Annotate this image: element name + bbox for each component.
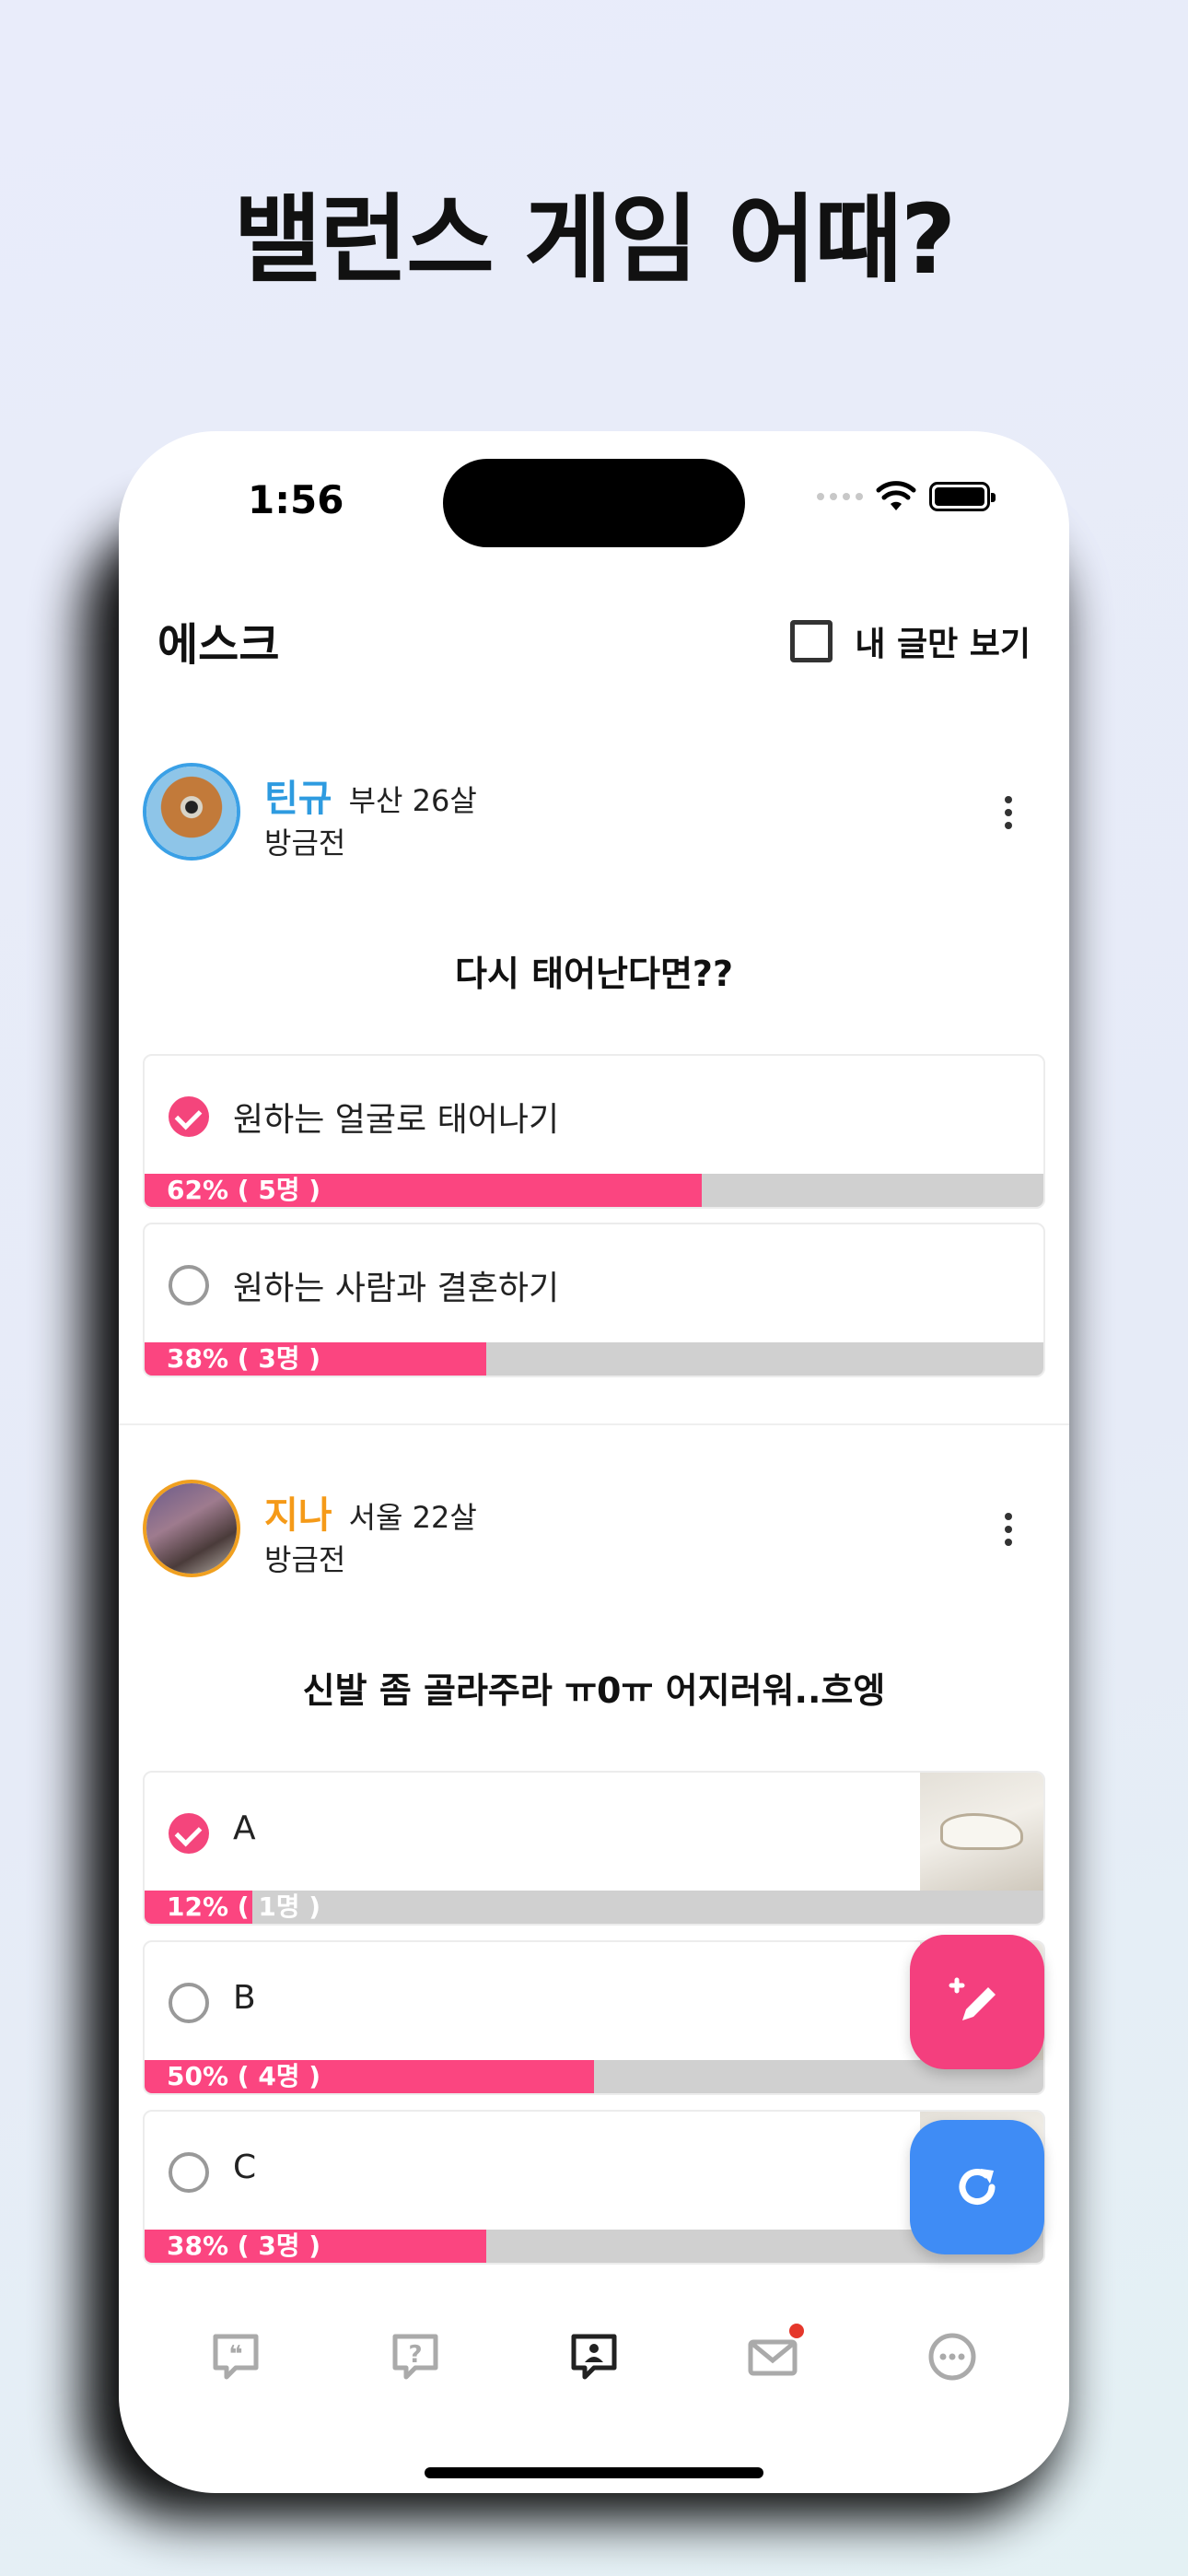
poll-option[interactable]: 원하는 사람과 결혼하기 38% ( 3명 ) — [143, 1223, 1045, 1377]
option-radio[interactable] — [169, 1983, 209, 2023]
quote-bubble-icon: ❝ — [213, 2334, 259, 2380]
result-percent: 50% ( 4명 ) — [167, 2061, 321, 2091]
post-header: 틴규 부산 26살 방금전 — [119, 763, 1069, 873]
author-info: 틴규 부산 26살 — [264, 768, 477, 822]
result-bar: 38% ( 3명 ) — [145, 2230, 1043, 2263]
ask-icon — [571, 2334, 617, 2380]
result-percent: 62% ( 5명 ) — [167, 1175, 321, 1205]
result-bar: 62% ( 5명 ) — [145, 1174, 1043, 1207]
tab-ask[interactable] — [557, 2320, 631, 2394]
result-bar: 50% ( 4명 ) — [145, 2060, 1043, 2093]
phone-screen: 1:56 에스크 내 글만 보기 틴규 부산 26살 방금전 다시 태어난다면?… — [119, 431, 1069, 2493]
more-icon — [928, 2333, 976, 2381]
post-question: 다시 태어난다면?? — [454, 954, 734, 994]
post-header: 지나 서울 22살 방금전 — [119, 1480, 1069, 1590]
option-radio-checked[interactable] — [169, 1096, 209, 1137]
poll-option[interactable]: 원하는 얼굴로 태어나기 62% ( 5명 ) — [143, 1054, 1045, 1209]
option-label: 원하는 사람과 결혼하기 — [233, 1270, 560, 1307]
app-title: 에스크 — [157, 619, 280, 671]
bottom-tab-bar: ❝ ? — [119, 2301, 1069, 2412]
headline: 밸런스 게임 어때? — [233, 183, 957, 296]
write-post-button[interactable] — [910, 1935, 1044, 2069]
option-radio-checked[interactable] — [169, 1813, 209, 1854]
result-bar: 12% ( 1명 ) — [145, 1891, 1043, 1924]
more-options-icon[interactable] — [1005, 796, 1012, 829]
result-percent: 12% ( 1명 ) — [167, 1891, 321, 1922]
result-percent: 38% ( 3명 ) — [167, 1343, 321, 1374]
post-time: 방금전 — [264, 1542, 346, 1577]
status-icons — [817, 481, 996, 512]
notification-badge — [789, 2324, 805, 2338]
shoe-image[interactable] — [920, 1773, 1043, 1894]
poll-option[interactable]: A 12% ( 1명 ) — [143, 1771, 1045, 1926]
refresh-icon — [959, 2169, 996, 2205]
post-question: 신발 좀 골라주라 ㅠ0ㅠ 어지러워..흐엥 — [302, 1670, 886, 1711]
option-label: B — [233, 1979, 256, 2017]
option-label: 원하는 얼굴로 태어나기 — [233, 1101, 560, 1139]
my-posts-checkbox[interactable] — [790, 620, 833, 662]
tab-quote-bubble[interactable]: ❝ — [199, 2320, 273, 2394]
dynamic-island — [443, 459, 745, 547]
author-info: 지나 서울 22살 — [264, 1485, 477, 1539]
post-card: 지나 서울 22살 방금전 신발 좀 골라주라 ㅠ0ㅠ 어지러워..흐엥 — [119, 1480, 1069, 1711]
option-radio[interactable] — [169, 1265, 209, 1306]
my-posts-filter[interactable]: 내 글만 보기 — [790, 617, 1031, 665]
option-radio[interactable] — [169, 2152, 209, 2193]
svg-text:?: ? — [408, 2341, 422, 2369]
author-meta: 서울 22살 — [348, 1500, 477, 1535]
more-options-icon[interactable] — [1005, 1513, 1012, 1546]
signal-dots-icon — [817, 493, 863, 500]
author-name[interactable]: 틴규 — [264, 768, 332, 822]
post-time: 방금전 — [264, 825, 346, 861]
tab-more[interactable] — [915, 2320, 989, 2394]
svg-text:❝: ❝ — [229, 2341, 243, 2369]
option-label: A — [233, 1809, 256, 1847]
my-posts-filter-label: 내 글만 보기 — [855, 626, 1031, 663]
edit-pencil-icon — [949, 1977, 996, 2020]
avatar[interactable] — [143, 1480, 240, 1577]
question-icon: ? — [392, 2334, 438, 2380]
post-divider — [119, 1423, 1069, 1425]
avatar[interactable] — [143, 763, 240, 861]
author-name[interactable]: 지나 — [264, 1485, 332, 1539]
home-indicator — [425, 2467, 763, 2478]
result-percent: 38% ( 3명 ) — [167, 2231, 321, 2261]
wifi-icon — [876, 481, 916, 510]
result-bar: 38% ( 3명 ) — [145, 1342, 1043, 1376]
battery-icon — [929, 482, 996, 511]
status-time: 1:56 — [248, 477, 344, 522]
post-card: 틴규 부산 26살 방금전 다시 태어난다면?? — [119, 763, 1069, 994]
tab-question[interactable]: ? — [379, 2320, 452, 2394]
refresh-button[interactable] — [910, 2120, 1044, 2254]
tab-mail[interactable] — [736, 2320, 809, 2394]
option-label: C — [233, 2149, 257, 2186]
author-meta: 부산 26살 — [348, 783, 477, 818]
